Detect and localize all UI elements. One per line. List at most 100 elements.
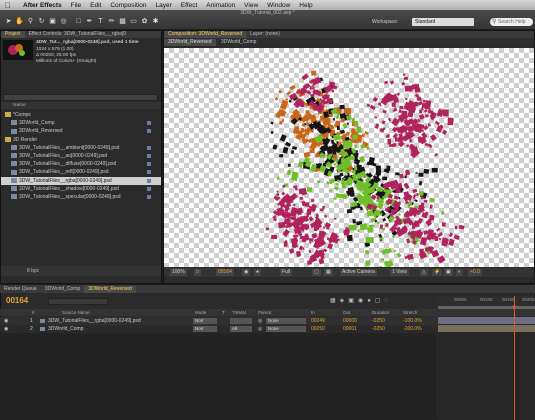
layer-bar-1[interactable] — [438, 317, 535, 324]
parent-select[interactable]: None — [266, 318, 306, 324]
pixel-aspect-icon[interactable]: △ — [420, 269, 428, 276]
label-color-swatch[interactable] — [147, 129, 151, 134]
search-help-input[interactable]: Search Help — [490, 18, 533, 26]
project-item-row[interactable]: 3DWorld_Reversed — [1, 127, 161, 135]
col-stretch[interactable]: Stretch — [403, 309, 417, 316]
current-time-indicator[interactable] — [514, 296, 515, 420]
tab-effect-controls[interactable]: Effect Controls: 3DW_TutorialFiles_._rgb… — [25, 31, 131, 38]
label-color-swatch[interactable] — [147, 154, 151, 158]
layer-in-point[interactable]: 00249 — [311, 317, 325, 325]
project-item-row[interactable]: 3DWorld_Comp — [1, 119, 161, 127]
col-out[interactable]: Out — [343, 309, 350, 316]
current-time-display[interactable]: 00164 — [6, 296, 28, 305]
resolution-select[interactable]: Full — [280, 269, 293, 276]
menu-window[interactable]: Window — [267, 2, 290, 9]
subtab-comp[interactable]: 3DWorld_Comp — [217, 39, 260, 46]
camera-select[interactable]: Active Camera — [340, 269, 377, 276]
project-item-row[interactable]: 3DW_TutorialFiles__ambient[0000-0249].ps… — [1, 144, 161, 152]
layer-stretch[interactable]: -100.0% — [403, 325, 422, 333]
color-channel-icon[interactable]: ● — [254, 269, 262, 276]
exposure-icon[interactable]: ◐ — [456, 269, 464, 276]
composition-viewer[interactable] — [164, 48, 534, 267]
type-tool-icon[interactable]: T — [96, 17, 105, 26]
roto-brush-tool-icon[interactable]: ✿ — [140, 17, 149, 26]
pan-behind-tool-icon[interactable]: ◎ — [59, 17, 68, 26]
menu-edit[interactable]: Edit — [90, 2, 101, 9]
view-layout-select[interactable]: 1 View — [390, 269, 409, 276]
menu-composition[interactable]: Composition — [110, 2, 146, 9]
project-item-row[interactable]: 3DW_TutorialFiles__refl[0000-0249].psd — [1, 168, 161, 176]
menu-app[interactable]: After Effects — [23, 2, 62, 9]
col-mode[interactable]: Mode — [195, 309, 206, 316]
layer-duration[interactable]: -0250 — [372, 317, 385, 325]
apple-icon[interactable]:  — [5, 1, 11, 10]
layer-duration[interactable]: -0250 — [372, 325, 385, 333]
transparency-grid-icon[interactable]: ▦ — [324, 269, 333, 276]
col-t[interactable]: T — [222, 309, 225, 316]
layer-out-point[interactable]: 00000 — [343, 317, 357, 325]
project-search-input[interactable] — [3, 94, 158, 101]
project-item-row[interactable]: 3DW_TutorialFiles__diffuse[0000-0249].ps… — [1, 160, 161, 168]
col-source-name[interactable]: Source Name — [62, 309, 90, 316]
layer-bar-2[interactable] — [438, 325, 535, 332]
eraser-tool-icon[interactable]: ▭ — [129, 17, 138, 26]
label-color-swatch[interactable] — [147, 186, 151, 191]
visibility-eye-icon[interactable]: ◉ — [4, 317, 8, 325]
menu-file[interactable]: File — [71, 2, 81, 9]
subtab-reversed[interactable]: 3DWorld_Reversed — [164, 39, 216, 46]
col-parent[interactable]: Parent — [258, 309, 271, 316]
pen-tool-icon[interactable]: ✒ — [85, 17, 94, 26]
layer-source-name[interactable]: 3DWorld_Comp — [48, 325, 158, 333]
layer-source-name[interactable]: 3DW_TutorialFiles__rgba[0000-0249].psd — [48, 317, 158, 325]
menu-help[interactable]: Help — [299, 2, 312, 9]
tab-project[interactable]: Project — [1, 31, 25, 38]
col-in[interactable]: In — [311, 309, 315, 316]
tab-composition[interactable]: Composition: 3DWorld_Reversed — [164, 31, 247, 38]
label-color-swatch[interactable] — [147, 178, 151, 183]
layer-out-point[interactable]: 00001 — [343, 325, 357, 333]
menu-view[interactable]: View — [244, 2, 258, 9]
project-item-row[interactable]: 3DW_TutorialFiles__shadow[0000-0249].psd — [1, 185, 161, 193]
project-item-row[interactable]: 3DW_TutorialFiles__specular[0000-0249].p… — [1, 193, 161, 201]
mode-select[interactable]: Norr — [193, 326, 217, 332]
col-num[interactable]: # — [32, 309, 35, 316]
brush-tool-icon[interactable]: ✏ — [107, 17, 116, 26]
flowchart-icon[interactable]: ▣ — [444, 269, 453, 276]
clone-stamp-tool-icon[interactable]: ▩ — [118, 17, 127, 26]
project-item-row[interactable]: 3DW_TutorialFiles__rgba[0000-0249].psd — [1, 176, 161, 185]
label-color-swatch[interactable] — [147, 195, 151, 199]
cti-head-icon[interactable]: ▼ — [511, 305, 517, 311]
roi-icon[interactable]: ▢ — [312, 269, 321, 276]
project-item-row[interactable]: 3DW_TutorialFiles__ao[0000-0249].psd — [1, 152, 161, 160]
tab-timeline-comp[interactable]: 3DWorld_Comp — [41, 286, 84, 293]
tab-timeline-reversed[interactable]: 3DWorld_Reversed — [84, 285, 136, 293]
camera-tool-icon[interactable]: ▣ — [48, 17, 57, 26]
project-folder-row[interactable]: *Comps — [1, 111, 161, 119]
timeline-layer-row[interactable]: ◉ 2 3DWorld_Comp Norr Alt ◎ None 00250 00001 -025… — [0, 325, 437, 333]
timeline-search-input[interactable] — [48, 298, 108, 305]
zoom-select[interactable]: 100% — [170, 269, 187, 276]
trkmat-select[interactable] — [230, 318, 252, 324]
timeline-layer-row[interactable]: ◉ 1 3DW_TutorialFiles__rgba[0000-0249].psd… — [0, 317, 437, 325]
col-duration[interactable]: Duration — [372, 309, 389, 316]
exposure-value[interactable]: +0.0 — [468, 269, 482, 276]
fast-previews-icon[interactable]: ⚡ — [432, 269, 443, 276]
parent-select[interactable]: None — [266, 326, 306, 332]
layer-stretch[interactable]: -100.0% — [403, 317, 422, 325]
selection-tool-icon[interactable]: ➤ — [4, 17, 13, 26]
puppet-tool-icon[interactable]: ✱ — [151, 17, 160, 26]
visibility-eye-icon[interactable]: ◉ — [4, 325, 8, 333]
label-color-swatch[interactable] — [147, 162, 151, 167]
bpc-label[interactable]: 8 bpc — [27, 268, 39, 274]
tab-render-queue[interactable]: Render Queue — [0, 286, 41, 293]
zoom-tool-icon[interactable]: ⚲ — [26, 17, 35, 26]
project-folder-row[interactable]: 3D Render — [1, 136, 161, 144]
menu-animation[interactable]: Animation — [206, 2, 235, 9]
hand-tool-icon[interactable]: ✋ — [15, 17, 24, 26]
menu-layer[interactable]: Layer — [155, 2, 171, 9]
workspace-select[interactable]: Standard — [412, 18, 474, 26]
trkmat-select[interactable]: Alt — [230, 326, 252, 332]
layer-in-point[interactable]: 00250 — [311, 325, 325, 333]
snapshot-icon[interactable]: ◉ — [242, 269, 251, 276]
rotate-tool-icon[interactable]: ↻ — [37, 17, 46, 26]
